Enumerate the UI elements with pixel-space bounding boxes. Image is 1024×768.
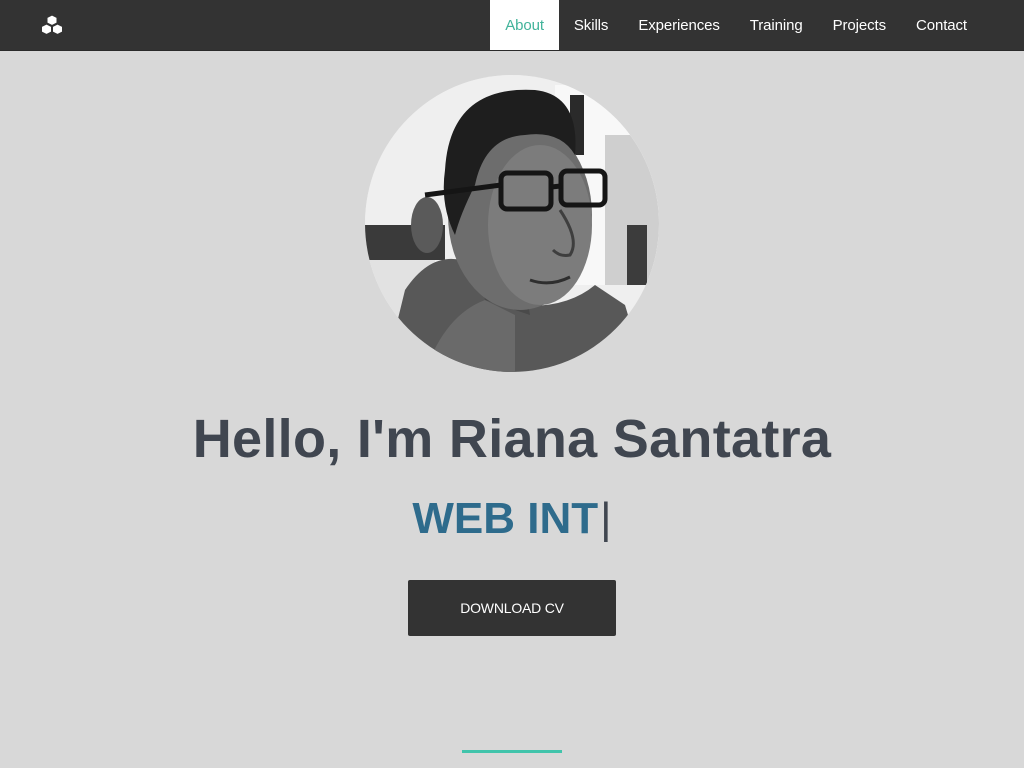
nav-menu: About Skills Experiences Training Projec… [490, 0, 982, 50]
hero-heading: Hello, I'm Riana Santatra [192, 409, 832, 469]
download-cv-button[interactable]: DOWNLOAD CV [408, 580, 616, 636]
top-navbar: About Skills Experiences Training Projec… [0, 0, 1024, 51]
cubes-icon[interactable] [40, 14, 64, 36]
nav-item-experiences[interactable]: Experiences [623, 0, 734, 50]
nav-item-training[interactable]: Training [735, 0, 818, 50]
typing-cursor: | [600, 494, 612, 543]
nav-item-skills[interactable]: Skills [559, 0, 623, 50]
hero-role-typewriter: WEB INT| [0, 494, 1024, 544]
profile-photo [365, 75, 659, 372]
nav-item-about[interactable]: About [490, 0, 559, 50]
nav-item-projects[interactable]: Projects [818, 0, 901, 50]
role-text: WEB INT [412, 494, 599, 543]
section-divider [462, 750, 562, 753]
nav-item-contact[interactable]: Contact [901, 0, 982, 50]
